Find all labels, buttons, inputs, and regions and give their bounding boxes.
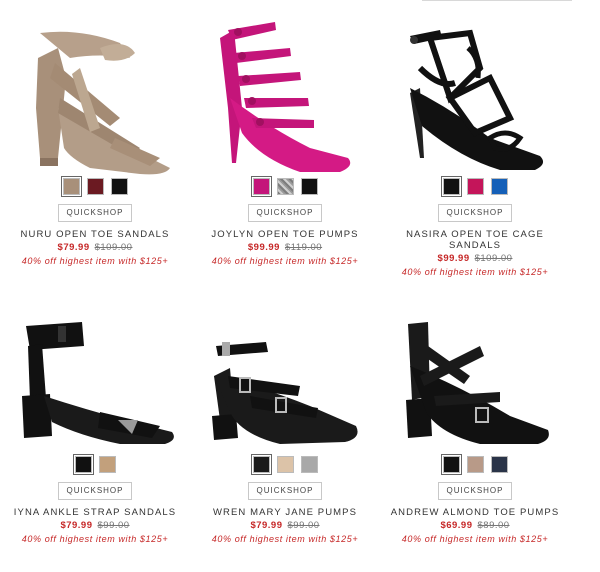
price-row: $79.99 $99.00 [190, 520, 380, 531]
multi-strap-stiletto-pump-icon[interactable] [190, 8, 380, 178]
color-swatch[interactable] [72, 454, 94, 475]
color-swatches [380, 454, 570, 475]
sale-price: $99.99 [247, 242, 280, 253]
original-price: $109.00 [94, 242, 133, 253]
color-swatch[interactable] [110, 178, 128, 195]
product-card: QUICKSHOP NURU OPEN TOE SANDALS $79.99 $1… [0, 8, 190, 266]
product-card: QUICKSHOP ANDREW ALMOND TOE PUMPS $69.99… [380, 316, 570, 544]
color-swatch[interactable] [60, 176, 82, 197]
product-card: QUICKSHOP JOYLYN OPEN TOE PUMPS $99.99 $1… [190, 8, 380, 266]
price-row: $79.99 $99.00 [0, 520, 190, 531]
price-row: $99.99 $109.00 [380, 253, 570, 264]
product-name[interactable]: NURU OPEN TOE SANDALS [0, 229, 190, 240]
color-swatch[interactable] [98, 456, 116, 473]
cage-stiletto-sandal-icon[interactable] [380, 8, 570, 178]
sale-price: $79.99 [250, 520, 283, 531]
color-swatch[interactable] [250, 454, 272, 475]
original-price: $99.00 [97, 520, 130, 531]
promo-text: 40% off highest item with $125+ [211, 534, 359, 544]
sale-price: $69.99 [440, 520, 473, 531]
product-name[interactable]: JOYLYN OPEN TOE PUMPS [190, 229, 380, 240]
sale-price: $79.99 [60, 520, 93, 531]
color-swatch[interactable] [466, 178, 484, 195]
product-name[interactable]: ANDREW ALMOND TOE PUMPS [380, 507, 570, 518]
quickshop-button[interactable]: QUICKSHOP [248, 482, 322, 500]
promo-text: 40% off highest item with $125+ [401, 534, 549, 544]
color-swatch[interactable] [250, 176, 272, 197]
color-swatch[interactable] [300, 456, 318, 473]
lace-up-block-heel-sandal-icon[interactable] [0, 8, 190, 178]
original-price: $89.00 [477, 520, 510, 531]
ankle-strap-block-heel-sandal-icon[interactable] [0, 316, 190, 456]
quickshop-button[interactable]: QUICKSHOP [58, 482, 132, 500]
color-swatch[interactable] [440, 454, 462, 475]
promo-text: 40% off highest item with $125+ [21, 256, 169, 266]
price-row: $99.99 $119.00 [190, 242, 380, 253]
product-name[interactable]: WREN MARY JANE PUMPS [190, 507, 380, 518]
color-swatch[interactable] [490, 178, 508, 195]
promo-text: 40% off highest item with $125+ [401, 267, 549, 277]
color-swatch[interactable] [300, 178, 318, 195]
color-swatches [190, 454, 380, 475]
quickshop-button[interactable]: QUICKSHOP [58, 204, 132, 222]
promo-text: 40% off highest item with $125+ [21, 534, 169, 544]
mary-jane-buckle-pump-icon[interactable] [190, 316, 380, 456]
price-row: $69.99 $89.00 [380, 520, 570, 531]
original-price: $119.00 [284, 242, 323, 253]
color-swatch[interactable] [276, 456, 294, 473]
original-price: $99.00 [287, 520, 320, 531]
sale-price: $99.99 [437, 253, 470, 264]
color-swatches [190, 176, 380, 197]
quickshop-button[interactable]: QUICKSHOP [438, 204, 512, 222]
quickshop-button[interactable]: QUICKSHOP [248, 204, 322, 222]
price-row: $79.99 $109.00 [0, 242, 190, 253]
promo-text: 40% off highest item with $125+ [211, 256, 359, 266]
product-name[interactable]: IYNA ANKLE STRAP SANDALS [0, 507, 190, 518]
quickshop-button[interactable]: QUICKSHOP [438, 482, 512, 500]
color-swatches [0, 176, 190, 197]
color-swatch[interactable] [440, 176, 462, 197]
header-divider [422, 0, 572, 1]
color-swatch[interactable] [490, 456, 508, 473]
color-swatches [380, 176, 570, 197]
sale-price: $79.99 [57, 242, 90, 253]
color-swatch[interactable] [86, 178, 104, 195]
product-card: QUICKSHOP IYNA ANKLE STRAP SANDALS $79.9… [0, 316, 190, 544]
product-card: QUICKSHOP NASIRA OPEN TOE CAGE SANDALS $… [380, 8, 570, 277]
original-price: $109.00 [474, 253, 513, 264]
color-swatch[interactable] [466, 456, 484, 473]
color-swatch[interactable] [276, 178, 294, 195]
product-name[interactable]: NASIRA OPEN TOE CAGE SANDALS [380, 229, 570, 251]
product-card: QUICKSHOP WREN MARY JANE PUMPS $79.99 $99… [190, 316, 380, 544]
color-swatches [0, 454, 190, 475]
crisscross-almond-toe-pump-icon[interactable] [380, 316, 570, 456]
